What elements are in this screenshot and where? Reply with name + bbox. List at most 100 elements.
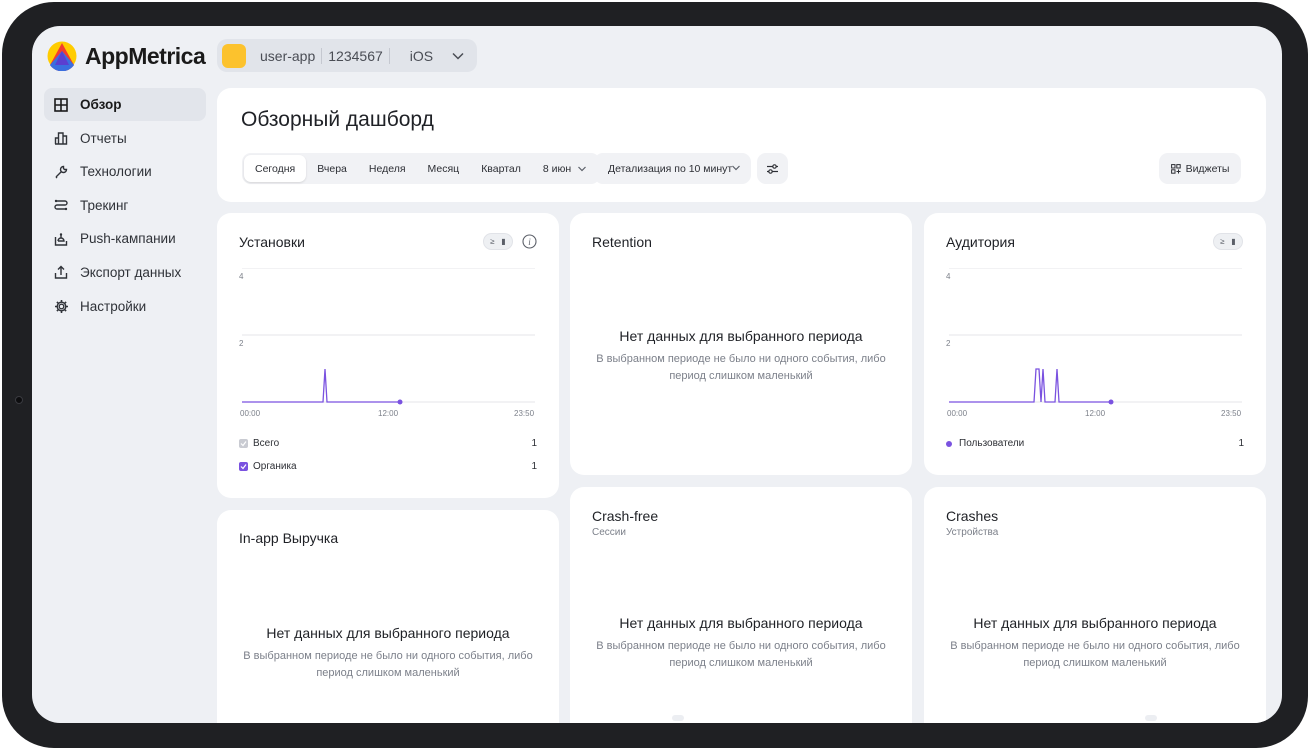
sidebar-item-overview[interactable]: Обзор — [44, 88, 206, 121]
widget-installs: Установки ≥ ▮ i 4 2 00:00 12:00 23:50 Вс… — [217, 213, 559, 498]
sidebar-item-technologies[interactable]: Технологии — [44, 155, 206, 188]
legend-item-total[interactable]: Всего 1 — [239, 438, 537, 449]
widget-title: Crash-free — [592, 508, 659, 524]
date-picker[interactable]: 8 июн — [532, 155, 598, 182]
sidebar-item-label: Настройки — [80, 298, 147, 314]
sidebar-item-label: Обзор — [80, 97, 122, 112]
widgets-button[interactable]: Виджеты — [1159, 153, 1241, 184]
widget-subtitle: Устройства — [946, 527, 999, 538]
detail-select[interactable]: Детализация по 10 минут — [594, 153, 751, 184]
period-week[interactable]: Неделя — [358, 155, 417, 182]
chart-type-toggle[interactable]: ≥ ▮ — [483, 233, 513, 250]
logo-text: AppMetrica — [85, 42, 206, 69]
legend-label: Органика — [253, 461, 297, 472]
empty-text: период слишком маленький — [669, 657, 813, 669]
bar-chart-icon — [53, 130, 69, 146]
appmetrica-logo-icon — [47, 41, 77, 71]
line-chart-icon[interactable]: ≥ — [490, 237, 494, 246]
sidebar-item-settings[interactable]: Настройки — [44, 290, 206, 323]
legend-item-organic[interactable]: Органика 1 — [239, 461, 537, 472]
period-month[interactable]: Месяц — [417, 155, 471, 182]
sidebar-item-export[interactable]: Экспорт данных — [44, 256, 206, 289]
x-tick: 12:00 — [378, 409, 399, 418]
legend-dot — [946, 440, 952, 447]
empty-text: период слишком маленький — [669, 370, 813, 382]
scroll-handle[interactable] — [672, 715, 684, 721]
empty-state: Нет данных для выбранного периода В выбр… — [570, 328, 912, 385]
divider — [388, 47, 390, 64]
app-platform: iOS — [409, 47, 434, 64]
bar-chart-icon[interactable]: ▮ — [1231, 237, 1235, 246]
line-chart-icon[interactable]: ≥ — [1220, 237, 1224, 246]
widget-retention: Retention Нет данных для выбранного пери… — [570, 213, 912, 475]
widgets-icon — [1170, 163, 1181, 174]
current-point — [1108, 399, 1114, 405]
period-quarter[interactable]: Квартал — [470, 155, 532, 182]
legend-item-users[interactable]: Пользователи 1 — [946, 438, 1244, 449]
widget-title: Crashes — [946, 508, 999, 524]
widget-title: In-app Выручка — [239, 530, 339, 546]
sidebar: Обзор Отчеты Технологии Трекинг Push-кам… — [44, 88, 206, 323]
empty-text: В выбранном периоде не было ни одного со… — [596, 353, 886, 365]
legend-label: Всего — [253, 438, 280, 449]
checkbox-icon[interactable] — [239, 439, 248, 448]
sidebar-item-push[interactable]: Push-кампании — [44, 222, 206, 255]
empty-text: В выбранном периоде не было ни одного со… — [243, 650, 533, 662]
period-yesterday[interactable]: Вчера — [306, 155, 358, 182]
x-tick: 00:00 — [240, 409, 261, 418]
widgets-label: Виджеты — [1185, 162, 1230, 175]
sidebar-item-tracking[interactable]: Трекинг — [44, 189, 206, 222]
chevron-down-icon — [452, 52, 464, 60]
widget-crash-free: Crash-free Сессии Нет данных для выбранн… — [570, 487, 912, 723]
dashboard-header: Обзорный дашборд Сегодня Вчера Неделя Ме… — [217, 88, 1266, 202]
sliders-icon — [767, 163, 778, 174]
legend-value: 1 — [1238, 438, 1244, 449]
detail-select-label: Детализация по 10 минут — [608, 162, 733, 175]
bell-icon — [53, 231, 69, 247]
checkbox-icon[interactable] — [239, 462, 248, 471]
x-tick: 23:50 — [1221, 409, 1242, 418]
widget-title: Аудитория — [946, 234, 1015, 250]
legend-value: 1 — [531, 461, 537, 472]
y-tick: 2 — [946, 339, 951, 348]
period-today[interactable]: Сегодня — [244, 155, 307, 182]
app-id: 1234567 — [328, 47, 383, 64]
legend-value: 1 — [531, 438, 537, 449]
gear-icon — [53, 298, 69, 314]
chart-type-toggle[interactable]: ≥ ▮ — [1213, 233, 1243, 250]
route-icon — [53, 197, 69, 213]
info-icon[interactable]: i — [522, 234, 537, 249]
upload-icon — [53, 264, 69, 280]
x-tick: 12:00 — [1085, 409, 1106, 418]
series-line — [242, 368, 400, 403]
widget-audience: Аудитория ≥ ▮ 4 2 00:00 12:00 23:50 Поль… — [924, 213, 1266, 475]
tablet-frame: AppMetrica user-app 1234567 iOS Обзор От… — [2, 2, 1308, 748]
empty-title: Нет данных для выбранного периода — [973, 615, 1217, 631]
page-title: Обзорный дашборд — [241, 108, 434, 131]
empty-text: В выбранном периоде не было ни одного со… — [950, 640, 1240, 652]
bar-chart-icon[interactable]: ▮ — [501, 237, 505, 246]
svg-text:i: i — [528, 237, 531, 247]
sidebar-item-reports[interactable]: Отчеты — [44, 122, 206, 155]
widget-title: Установки — [239, 234, 305, 250]
sidebar-item-label: Push-кампании — [80, 231, 176, 247]
filter-button[interactable] — [757, 153, 788, 184]
widget-subtitle: Сессии — [592, 527, 626, 538]
divider — [321, 47, 323, 64]
scroll-handle[interactable] — [1145, 715, 1157, 721]
audience-chart: 4 2 00:00 12:00 23:50 — [946, 268, 1242, 418]
app-selector[interactable]: user-app 1234567 iOS — [217, 39, 477, 72]
logo[interactable]: AppMetrica — [47, 41, 206, 71]
empty-text: период слишком маленький — [316, 667, 460, 679]
grid-icon — [53, 97, 69, 113]
app-name: user-app — [260, 47, 316, 64]
current-point — [397, 399, 403, 405]
app-screen: AppMetrica user-app 1234567 iOS Обзор От… — [32, 26, 1282, 723]
series-line — [949, 368, 1111, 403]
empty-title: Нет данных для выбранного периода — [619, 615, 863, 631]
sidebar-item-label: Экспорт данных — [80, 264, 182, 280]
x-tick: 00:00 — [947, 409, 968, 418]
date-picker-label: 8 июн — [542, 162, 572, 175]
app-icon — [222, 43, 246, 68]
empty-title: Нет данных для выбранного периода — [619, 328, 863, 344]
